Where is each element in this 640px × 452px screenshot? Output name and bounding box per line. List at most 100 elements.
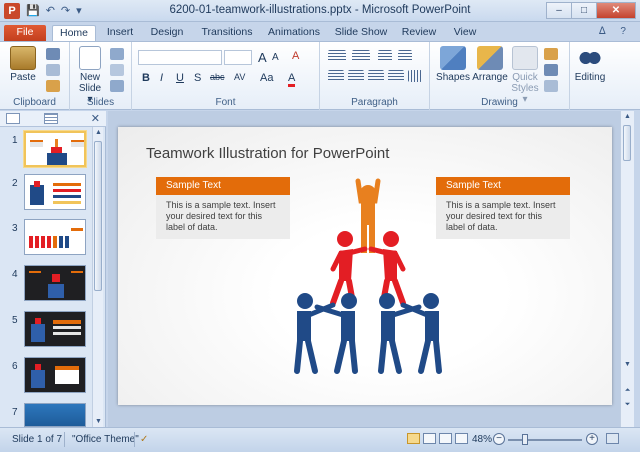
normal-view-icon[interactable] [407,433,420,444]
tab-insert[interactable]: Insert [100,25,140,41]
next-slide-icon[interactable]: ⏷ [623,401,632,409]
tab-design[interactable]: Design [144,25,190,41]
clear-formatting-button[interactable]: A [292,50,299,62]
tab-slide-show[interactable]: Slide Show [332,25,390,41]
section-icon[interactable] [110,80,124,92]
pane-close-icon[interactable]: ✕ [91,112,100,125]
bold-button[interactable]: B [142,72,150,84]
numbering-icon[interactable] [352,50,370,62]
zoom-out-icon[interactable]: − [493,433,505,445]
status-separator [64,432,65,447]
font-size-dropdown[interactable] [224,50,252,65]
paste-icon [10,46,36,70]
thumbnail-number: 7 [12,407,18,418]
zoom-slider-track[interactable] [508,439,582,441]
thumbnail-image [24,219,86,255]
status-separator [134,432,135,447]
tab-transitions[interactable]: Transitions [196,25,258,41]
maximize-button[interactable]: □ [571,2,597,19]
change-case-button[interactable]: Aa [260,72,273,84]
align-left-icon[interactable] [328,70,344,82]
thumbnail-image [24,131,86,167]
arrange-button[interactable]: Arrange [472,46,508,83]
slide-sorter-view-icon[interactable] [423,433,436,444]
shadow-button[interactable]: S [194,72,201,84]
zoom-level[interactable]: 48% [472,434,492,445]
language-check-icon[interactable]: ✓ [140,434,148,445]
outline-tab-icon[interactable] [44,113,58,124]
character-spacing-button[interactable]: AV [234,72,245,82]
grow-font-button[interactable]: A [258,50,267,65]
thumbnail-image [24,311,86,347]
cut-icon[interactable] [46,48,60,60]
copy-icon[interactable] [46,64,60,76]
shapes-button[interactable]: Shapes [436,46,470,83]
scrollbar-thumb-track [622,125,633,165]
thumbnail-image [24,403,86,427]
scroll-down-arrow-icon[interactable]: ▼ [94,418,103,425]
right-red-figure [368,231,406,306]
line-spacing-icon[interactable] [398,50,412,62]
thumbnail-scrollbar[interactable]: ▲ ▼ [92,127,103,427]
italic-button[interactable]: I [160,72,163,84]
left-label-box[interactable]: Sample Text This is a sample text. Inser… [156,177,290,239]
slides-tab-icon[interactable] [6,113,20,124]
previous-slide-icon[interactable]: ⏶ [623,387,632,395]
teamwork-illustration[interactable] [293,177,443,377]
right-label-header: Sample Text [436,177,570,195]
ribbon: Paste Clipboard New Slide ▾ Slides A A A… [0,41,640,110]
fit-to-window-icon[interactable] [606,433,619,444]
font-name-dropdown[interactable] [138,50,222,65]
thumbnail-image [24,174,86,210]
quick-styles-icon [512,46,538,70]
arrange-icon [477,46,503,70]
font-color-button[interactable]: A [288,72,296,87]
close-button[interactable]: ✕ [596,2,636,19]
slide-title[interactable]: Teamwork Illustration for PowerPoint [146,145,389,162]
tab-animations[interactable]: Animations [264,25,324,41]
new-slide-icon [79,46,101,70]
slide-show-view-icon[interactable] [455,433,468,444]
reset-icon[interactable] [110,64,124,76]
quick-styles-label: Quick [512,72,538,83]
minimize-button[interactable]: – [546,2,572,19]
ribbon-tabs: File Home Insert Design Transitions Anim… [0,22,640,41]
paste-button[interactable]: Paste [6,46,40,83]
thumbnail-number: 5 [12,315,18,326]
slide-counter: Slide 1 of 7 [12,434,63,445]
indent-icon[interactable] [378,50,392,62]
zoom-slider-handle[interactable] [522,434,528,445]
layout-icon[interactable] [110,48,124,60]
drawing-group-label: Drawing [481,97,518,108]
justify-icon[interactable] [388,70,404,82]
shape-effects-icon[interactable] [544,80,558,92]
reading-view-icon[interactable] [439,433,452,444]
shape-fill-icon[interactable] [544,48,558,60]
scrollbar-thumb[interactable] [94,141,102,291]
shrink-font-button[interactable]: A [272,52,279,63]
scroll-up-arrow-icon[interactable]: ▲ [623,113,632,120]
tab-file[interactable]: File [4,25,46,41]
scrollbar-thumb[interactable] [623,125,631,161]
strikethrough-button[interactable]: abc [210,72,225,82]
current-slide[interactable]: Teamwork Illustration for PowerPoint Sam… [118,127,612,405]
editing-button[interactable]: Editing [572,46,608,83]
align-center-icon[interactable] [348,70,364,82]
columns-icon[interactable] [408,70,422,82]
left-label-header: Sample Text [156,177,290,195]
scroll-down-arrow-icon[interactable]: ▼ [623,361,632,368]
underline-button[interactable]: U [176,72,184,84]
zoom-in-icon[interactable]: + [586,433,598,445]
tab-review[interactable]: Review [398,25,440,41]
tab-home[interactable]: Home [52,25,96,41]
slide-scrollbar[interactable]: ▲ ▼ ⏶ ⏷ [620,111,634,427]
align-right-icon[interactable] [368,70,384,82]
thumbnail-image [24,265,86,301]
right-label-box[interactable]: Sample Text This is a sample text. Inser… [436,177,570,239]
format-painter-icon[interactable] [46,80,60,92]
ribbon-help-icons[interactable]: ᐃ ? [599,26,632,37]
shape-outline-icon[interactable] [544,64,558,76]
scroll-up-arrow-icon[interactable]: ▲ [94,129,103,136]
tab-view[interactable]: View [448,25,482,41]
bullets-icon[interactable] [328,50,346,62]
